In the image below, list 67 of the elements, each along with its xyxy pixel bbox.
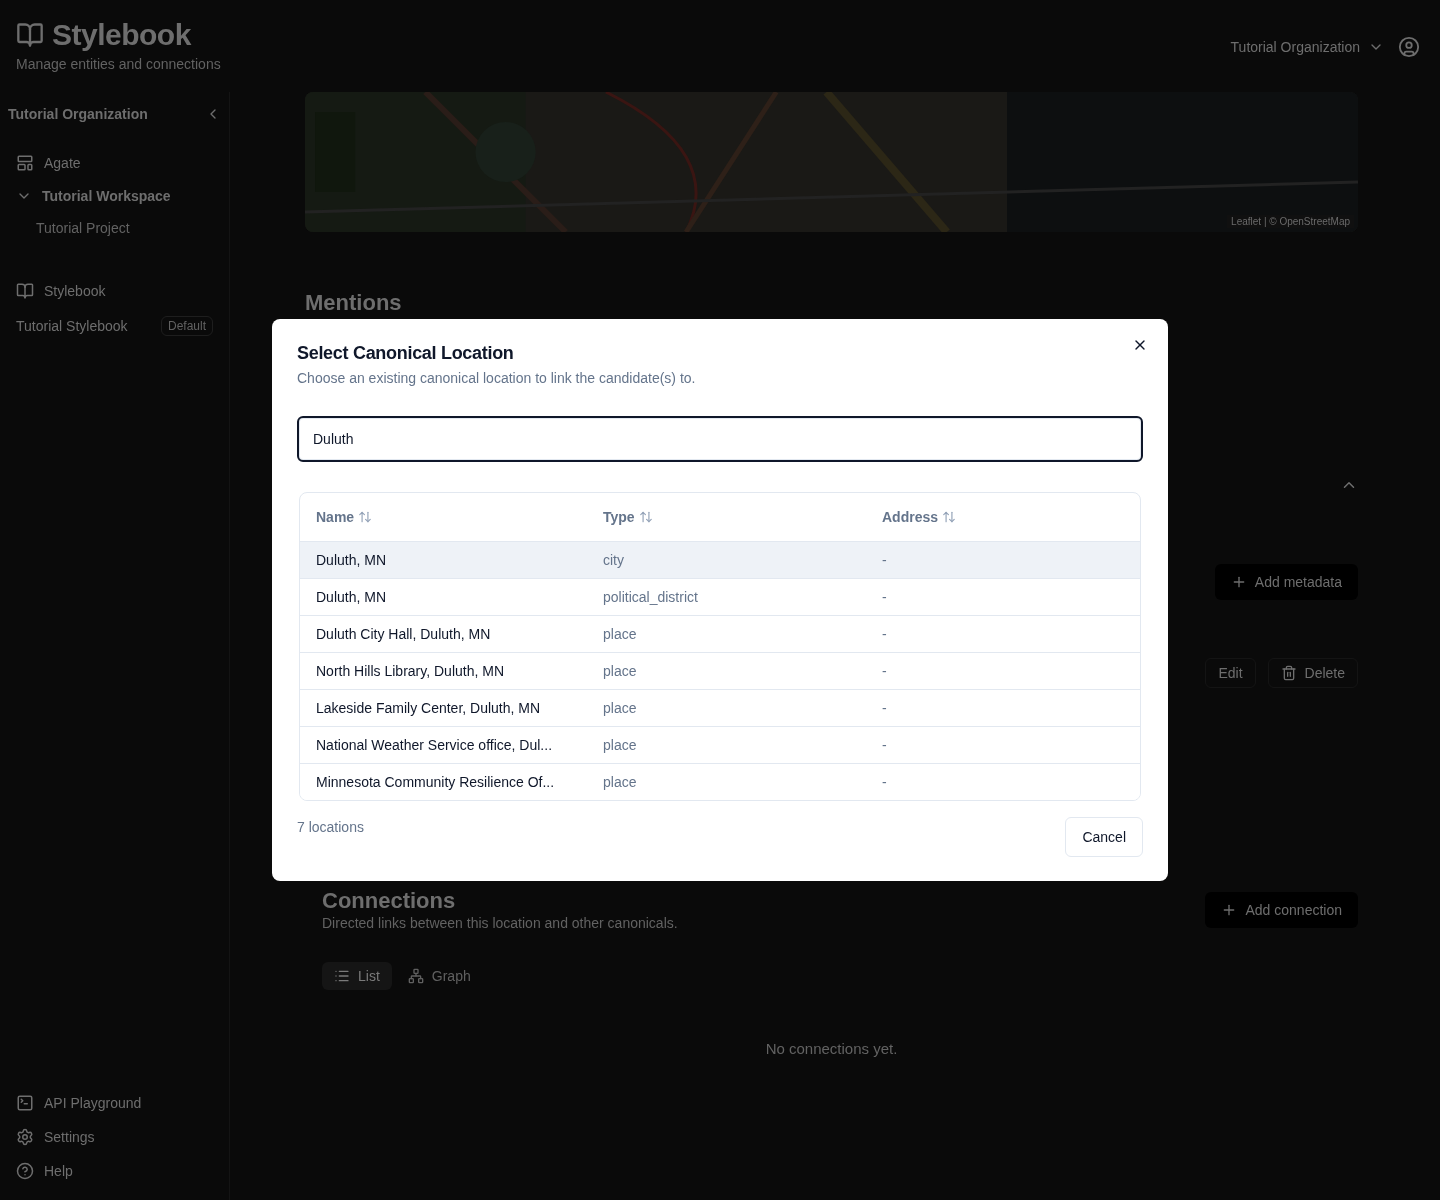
- section-subtitle: Directed links between this location and other canonicals.: [322, 915, 678, 931]
- table-cell-text: place: [602, 737, 638, 753]
- sidebar-item[interactable]: Tutorial Workspace: [8, 180, 221, 212]
- table-row[interactable]: Minnesota Community Resilience Of... place -: [300, 763, 1140, 800]
- org-name: Tutorial Organization: [8, 106, 148, 122]
- table-cell-text: Minnesota Community Resilience Of...: [315, 774, 556, 790]
- sidebar-item[interactable]: Settings: [8, 1120, 221, 1154]
- result-count: 7 locations: [297, 819, 364, 835]
- table-cell-text: place: [602, 700, 638, 716]
- user-icon[interactable]: [1398, 36, 1420, 58]
- table-cell-text: Lakeside Family Center, Duluth, MN: [315, 700, 542, 716]
- sidebar-item[interactable]: Tutorial Stylebook Default: [8, 308, 221, 344]
- app-title: Stylebook: [52, 18, 191, 52]
- book-icon: [16, 282, 34, 300]
- section-title: Connections: [322, 888, 457, 914]
- table-cell-text: -: [881, 700, 888, 716]
- table-cell-text: -: [881, 589, 888, 605]
- trash-icon: [1280, 665, 1297, 681]
- sort-icon: [358, 510, 373, 524]
- table-cell-text: Duluth, MN: [315, 589, 388, 605]
- sort-icon: [638, 510, 653, 524]
- settings-icon: [16, 1128, 34, 1146]
- sidebar-item[interactable]: Agate: [8, 146, 221, 180]
- table-cell-text: place: [602, 774, 638, 790]
- table-cell-text: North Hills Library, Duluth, MN: [315, 663, 505, 679]
- table-cell-text: Duluth City Hall, Duluth, MN: [315, 626, 492, 642]
- cancel-button[interactable]: Cancel: [1065, 817, 1143, 857]
- sidebar-item[interactable]: Help: [8, 1154, 221, 1188]
- sidebar-item[interactable]: Stylebook: [8, 274, 221, 308]
- add-connection-button[interactable]: Add connection: [1205, 892, 1358, 928]
- search-field[interactable]: Duluth: [297, 416, 1143, 462]
- table-cell-text: place: [602, 663, 638, 679]
- network-icon: [407, 968, 424, 984]
- table-cell-text: political_district: [602, 589, 699, 605]
- view-tab[interactable]: List: [322, 962, 392, 990]
- app-subtitle: Manage entities and connections: [16, 56, 221, 72]
- table-cell-text: -: [881, 552, 888, 568]
- table-cell-text: Duluth, MN: [315, 552, 388, 568]
- add-metadata-button[interactable]: Add metadata: [1214, 564, 1358, 600]
- dialog-title: Select Canonical Location: [297, 343, 515, 364]
- sidebar-item[interactable]: API Playground: [8, 1086, 221, 1120]
- sidebar-item[interactable]: Tutorial Project: [8, 212, 221, 244]
- terminal-icon: [16, 1094, 34, 1112]
- org-selector[interactable]: Tutorial Organization: [1230, 39, 1384, 55]
- table-cell-text: place: [602, 626, 638, 642]
- sort-icon: [942, 510, 957, 524]
- layout-icon: [16, 154, 34, 172]
- empty-message: No connections yet.: [764, 1040, 899, 1057]
- column-header[interactable]: Address: [866, 509, 957, 525]
- table-cell-text: city: [602, 552, 625, 568]
- book-icon: [16, 21, 44, 49]
- default-badge: Default: [160, 316, 213, 336]
- table-cell-text: -: [881, 626, 888, 642]
- view-tab[interactable]: Graph: [395, 962, 483, 990]
- list-icon: [334, 968, 350, 984]
- table-cell-text: -: [881, 774, 888, 790]
- dialog-description: Choose an existing canonical location to link the candidate(s) to.: [297, 370, 697, 386]
- table-cell-text: -: [881, 663, 888, 679]
- table-cell-text: National Weather Service office, Dul...: [315, 737, 554, 753]
- edit-button[interactable]: Edit: [1205, 658, 1256, 688]
- column-header[interactable]: Type: [587, 509, 653, 525]
- section-title: Mentions: [305, 290, 403, 316]
- help-icon: [16, 1162, 34, 1180]
- table-cell-text: -: [881, 737, 888, 753]
- delete-button[interactable]: Delete: [1267, 658, 1358, 688]
- table-row[interactable]: Duluth, MN city -: [300, 541, 1140, 578]
- column-header[interactable]: Name: [300, 509, 373, 525]
